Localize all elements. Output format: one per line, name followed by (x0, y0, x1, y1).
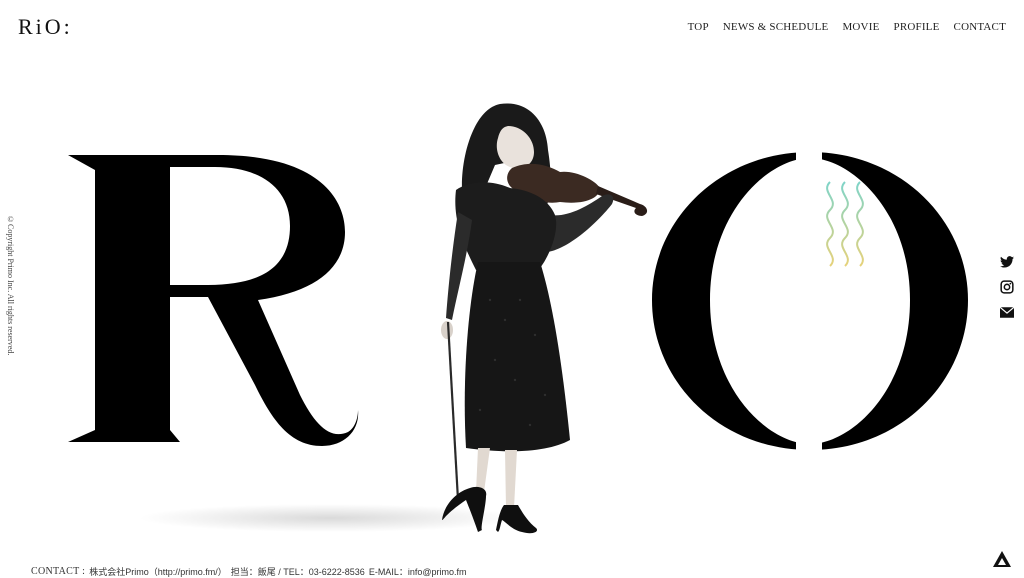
hero-artwork (68, 103, 968, 534)
instagram-icon[interactable] (999, 279, 1015, 295)
floor-shadow (140, 504, 520, 532)
footer-company: 株式会社Primo（http://primo.fm/） (89, 566, 227, 577)
nav-item-movie[interactable]: MOVIE (842, 21, 879, 33)
social-links (999, 254, 1015, 320)
hero-letter-o (652, 140, 968, 460)
nav-item-profile[interactable]: PROFILE (894, 21, 940, 33)
back-to-top-button[interactable] (992, 550, 1012, 568)
main-nav: TOP NEWS & SCHEDULE MOVIE PROFILE CONTAC… (688, 21, 1006, 33)
footer-email[interactable]: E-MAIL：info@primo.fm (369, 565, 467, 578)
mail-icon[interactable] (999, 304, 1015, 320)
twitter-icon[interactable] (999, 254, 1015, 270)
site-logo[interactable]: RiO: (18, 14, 73, 40)
footer-person: 担当：飯尾 / TEL：03-6222-8536 (230, 566, 365, 577)
nav-item-top[interactable]: TOP (688, 21, 709, 33)
hero-letter-r (68, 155, 359, 446)
footer-contact-label: CONTACT : (31, 565, 86, 577)
nav-item-news-schedule[interactable]: NEWS & SCHEDULE (723, 21, 829, 33)
wave-decoration (826, 181, 864, 267)
violinist-image (441, 103, 648, 534)
footer-contact: CONTACT : 株式会社Primo（http://primo.fm/） 担当… (31, 564, 466, 578)
copyright-text: ©Copyright Primo Inc. All rights reserve… (6, 215, 15, 356)
arrow-up-icon (993, 551, 1011, 567)
nav-item-contact[interactable]: CONTACT (954, 21, 1006, 33)
